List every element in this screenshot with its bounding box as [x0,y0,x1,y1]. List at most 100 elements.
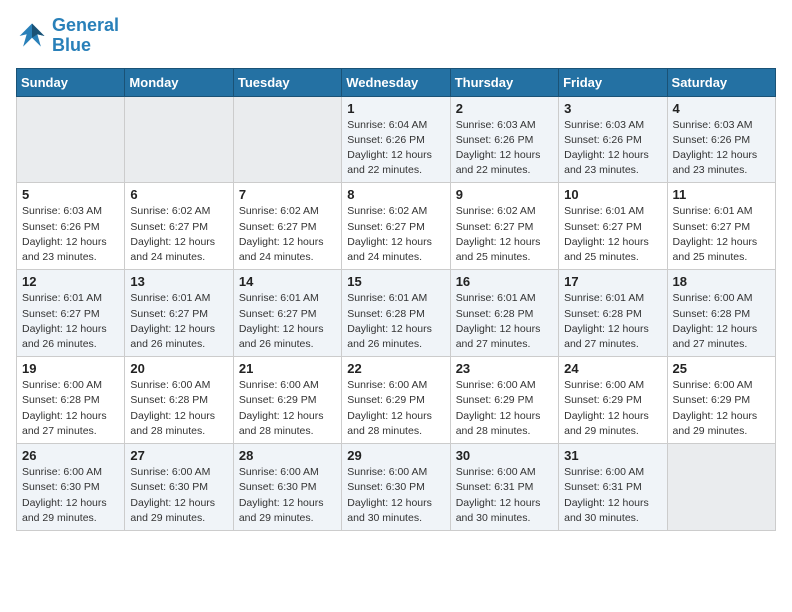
calendar-header-row: SundayMondayTuesdayWednesdayThursdayFrid… [17,68,776,96]
calendar-day-cell: 21 Sunrise: 6:00 AM Sunset: 6:29 PM Dayli… [233,357,341,444]
day-info: Sunrise: 6:02 AM Sunset: 6:27 PM Dayligh… [239,204,336,265]
calendar-day-cell [667,444,775,531]
day-number: 30 [456,448,553,463]
calendar-day-cell: 4Sunrise: 6:03 AM Sunset: 6:26 PM Daylig… [667,96,775,183]
calendar-week-row: 12 Sunrise: 6:01 AM Sunset: 6:27 PM Dayli… [17,270,776,357]
day-info: Sunrise: 6:02 AM Sunset: 6:27 PM Dayligh… [347,204,444,265]
logo-icon [16,20,48,52]
day-info: Sunrise: 6:01 AM Sunset: 6:27 PM Dayligh… [564,204,661,265]
day-number: 4 [673,101,770,116]
calendar-day-cell: 8 Sunrise: 6:02 AM Sunset: 6:27 PM Daylig… [342,183,450,270]
day-number: 23 [456,361,553,376]
calendar-day-cell: 15 Sunrise: 6:01 AM Sunset: 6:28 PM Dayli… [342,270,450,357]
day-number: 8 [347,187,444,202]
calendar-day-cell: 5 Sunrise: 6:03 AM Sunset: 6:26 PM Daylig… [17,183,125,270]
day-info: Sunrise: 6:01 AM Sunset: 6:27 PM Dayligh… [239,291,336,352]
day-number: 6 [130,187,227,202]
day-info: Sunrise: 6:02 AM Sunset: 6:27 PM Dayligh… [130,204,227,265]
calendar-day-cell: 2 Sunrise: 6:03 AM Sunset: 6:26 PM Daylig… [450,96,558,183]
day-number: 18 [673,274,770,289]
calendar-day-cell: 12 Sunrise: 6:01 AM Sunset: 6:27 PM Dayli… [17,270,125,357]
day-number: 22 [347,361,444,376]
day-info: Sunrise: 6:02 AM Sunset: 6:27 PM Dayligh… [456,204,553,265]
weekday-header: Monday [125,68,233,96]
calendar-week-row: 1 Sunrise: 6:04 AM Sunset: 6:26 PM Daylig… [17,96,776,183]
day-number: 24 [564,361,661,376]
calendar-day-cell: 13Sunrise: 6:01 AM Sunset: 6:27 PM Dayli… [125,270,233,357]
calendar-day-cell: 17 Sunrise: 6:01 AM Sunset: 6:28 PM Dayli… [559,270,667,357]
calendar-day-cell: 18Sunrise: 6:00 AM Sunset: 6:28 PM Dayli… [667,270,775,357]
day-info: Sunrise: 6:00 AM Sunset: 6:28 PM Dayligh… [130,378,227,439]
day-number: 5 [22,187,119,202]
weekday-header: Friday [559,68,667,96]
day-info: Sunrise: 6:00 AM Sunset: 6:31 PM Dayligh… [456,465,553,526]
day-info: Sunrise: 6:03 AM Sunset: 6:26 PM Dayligh… [456,118,553,179]
day-info: Sunrise: 6:00 AM Sunset: 6:29 PM Dayligh… [673,378,770,439]
calendar-table: SundayMondayTuesdayWednesdayThursdayFrid… [16,68,776,531]
weekday-header: Thursday [450,68,558,96]
day-info: Sunrise: 6:01 AM Sunset: 6:27 PM Dayligh… [673,204,770,265]
calendar-day-cell: 28 Sunrise: 6:00 AM Sunset: 6:30 PM Dayli… [233,444,341,531]
day-number: 31 [564,448,661,463]
day-number: 12 [22,274,119,289]
calendar-day-cell: 22Sunrise: 6:00 AM Sunset: 6:29 PM Dayli… [342,357,450,444]
day-number: 15 [347,274,444,289]
calendar-day-cell: 16Sunrise: 6:01 AM Sunset: 6:28 PM Dayli… [450,270,558,357]
calendar-day-cell: 29 Sunrise: 6:00 AM Sunset: 6:30 PM Dayli… [342,444,450,531]
day-info: Sunrise: 6:00 AM Sunset: 6:30 PM Dayligh… [347,465,444,526]
day-info: Sunrise: 6:01 AM Sunset: 6:28 PM Dayligh… [564,291,661,352]
calendar-day-cell [233,96,341,183]
calendar-day-cell: 23 Sunrise: 6:00 AM Sunset: 6:29 PM Dayli… [450,357,558,444]
calendar-week-row: 19 Sunrise: 6:00 AM Sunset: 6:28 PM Dayli… [17,357,776,444]
day-number: 2 [456,101,553,116]
day-number: 13 [130,274,227,289]
day-info: Sunrise: 6:04 AM Sunset: 6:26 PM Dayligh… [347,118,444,179]
day-number: 16 [456,274,553,289]
day-info: Sunrise: 6:00 AM Sunset: 6:29 PM Dayligh… [239,378,336,439]
calendar-day-cell: 1 Sunrise: 6:04 AM Sunset: 6:26 PM Daylig… [342,96,450,183]
calendar-day-cell: 9 Sunrise: 6:02 AM Sunset: 6:27 PM Daylig… [450,183,558,270]
day-number: 3 [564,101,661,116]
calendar-day-cell: 11 Sunrise: 6:01 AM Sunset: 6:27 PM Dayli… [667,183,775,270]
day-info: Sunrise: 6:00 AM Sunset: 6:28 PM Dayligh… [22,378,119,439]
weekday-header: Saturday [667,68,775,96]
weekday-header: Tuesday [233,68,341,96]
calendar-day-cell [125,96,233,183]
day-number: 14 [239,274,336,289]
calendar-day-cell: 30 Sunrise: 6:00 AM Sunset: 6:31 PM Dayli… [450,444,558,531]
calendar-day-cell: 26 Sunrise: 6:00 AM Sunset: 6:30 PM Dayli… [17,444,125,531]
logo-text: General Blue [52,16,119,56]
page-header: General Blue [16,16,776,56]
calendar-day-cell: 19 Sunrise: 6:00 AM Sunset: 6:28 PM Dayli… [17,357,125,444]
calendar-day-cell [17,96,125,183]
day-number: 26 [22,448,119,463]
day-number: 25 [673,361,770,376]
day-info: Sunrise: 6:03 AM Sunset: 6:26 PM Dayligh… [22,204,119,265]
logo: General Blue [16,16,119,56]
weekday-header: Wednesday [342,68,450,96]
day-number: 9 [456,187,553,202]
day-info: Sunrise: 6:00 AM Sunset: 6:29 PM Dayligh… [564,378,661,439]
day-number: 19 [22,361,119,376]
calendar-day-cell: 6 Sunrise: 6:02 AM Sunset: 6:27 PM Daylig… [125,183,233,270]
day-number: 1 [347,101,444,116]
day-number: 29 [347,448,444,463]
day-info: Sunrise: 6:00 AM Sunset: 6:30 PM Dayligh… [239,465,336,526]
day-number: 17 [564,274,661,289]
day-number: 20 [130,361,227,376]
day-number: 11 [673,187,770,202]
day-number: 27 [130,448,227,463]
day-info: Sunrise: 6:01 AM Sunset: 6:28 PM Dayligh… [347,291,444,352]
calendar-day-cell: 27 Sunrise: 6:00 AM Sunset: 6:30 PM Dayli… [125,444,233,531]
day-info: Sunrise: 6:00 AM Sunset: 6:30 PM Dayligh… [130,465,227,526]
calendar-day-cell: 24 Sunrise: 6:00 AM Sunset: 6:29 PM Dayli… [559,357,667,444]
day-info: Sunrise: 6:00 AM Sunset: 6:31 PM Dayligh… [564,465,661,526]
day-info: Sunrise: 6:00 AM Sunset: 6:29 PM Dayligh… [456,378,553,439]
day-info: Sunrise: 6:01 AM Sunset: 6:27 PM Dayligh… [22,291,119,352]
day-number: 21 [239,361,336,376]
calendar-day-cell: 20 Sunrise: 6:00 AM Sunset: 6:28 PM Dayli… [125,357,233,444]
day-number: 28 [239,448,336,463]
day-info: Sunrise: 6:00 AM Sunset: 6:30 PM Dayligh… [22,465,119,526]
calendar-week-row: 5 Sunrise: 6:03 AM Sunset: 6:26 PM Daylig… [17,183,776,270]
day-info: Sunrise: 6:03 AM Sunset: 6:26 PM Dayligh… [564,118,661,179]
